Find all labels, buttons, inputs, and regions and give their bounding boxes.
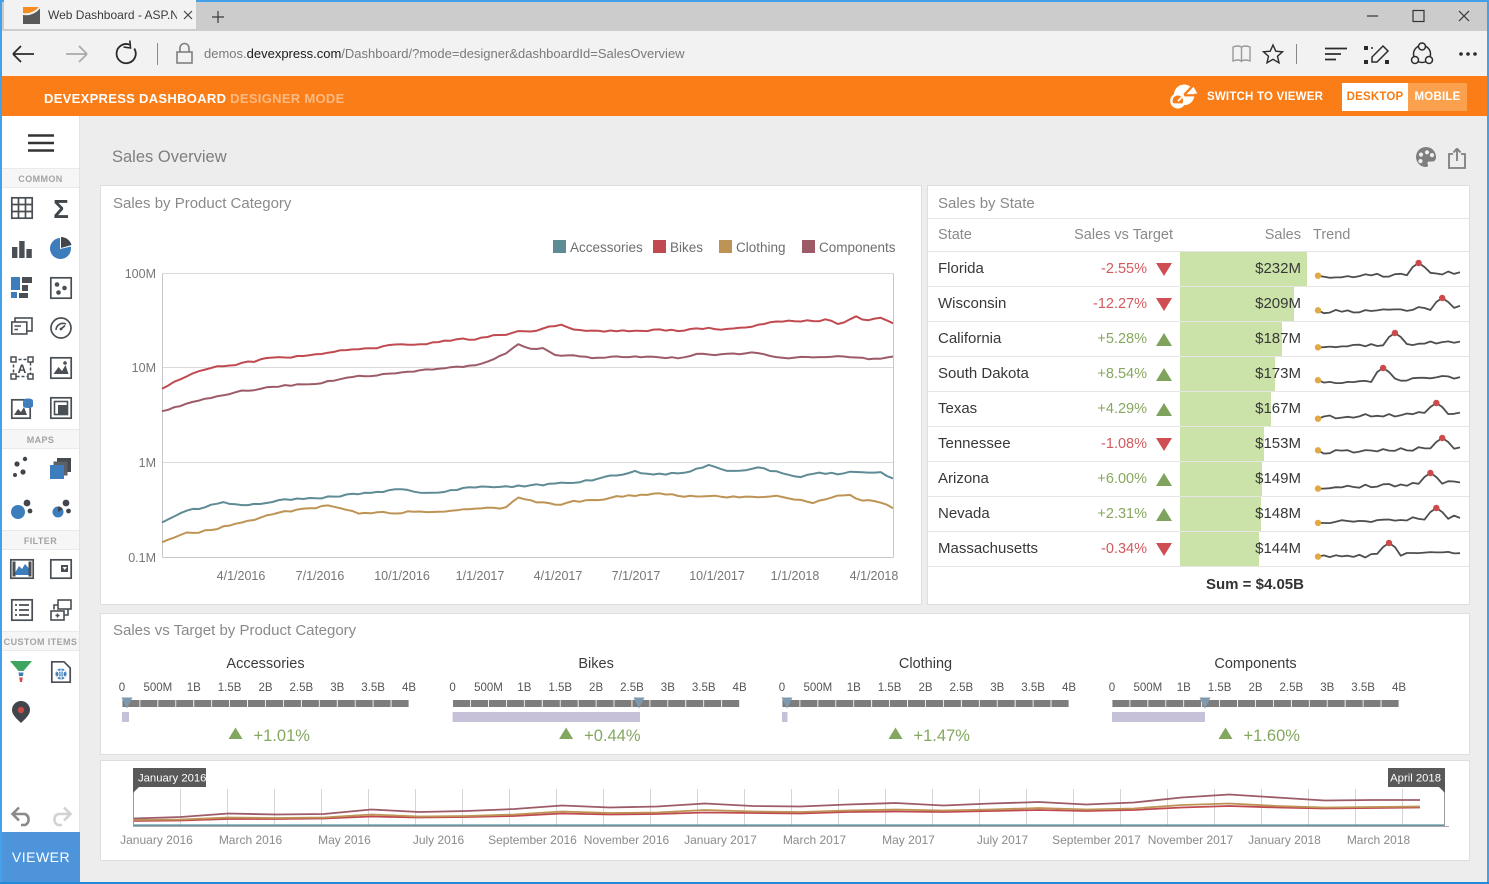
svg-text:March 2016: March 2016 [219,833,283,847]
svg-text:April 2018: April 2018 [1390,773,1441,785]
svg-text:September 2016: September 2016 [488,833,577,847]
svg-text:January 2018: January 2018 [1248,833,1321,847]
svg-text:January 2016: January 2016 [138,773,206,785]
svg-text:January 2017: January 2017 [684,833,757,847]
svg-text:March 2018: March 2018 [1347,833,1411,847]
svg-text:September 2017: September 2017 [1052,833,1141,847]
svg-text:November 2016: November 2016 [584,833,670,847]
svg-text:July 2017: July 2017 [977,833,1029,847]
svg-text:November 2017: November 2017 [1148,833,1234,847]
svg-text:May 2017: May 2017 [882,833,935,847]
svg-text:January 2016: January 2016 [120,833,193,847]
svg-text:May 2016: May 2016 [318,833,371,847]
svg-text:July 2016: July 2016 [413,833,465,847]
svg-text:March 2017: March 2017 [783,833,847,847]
